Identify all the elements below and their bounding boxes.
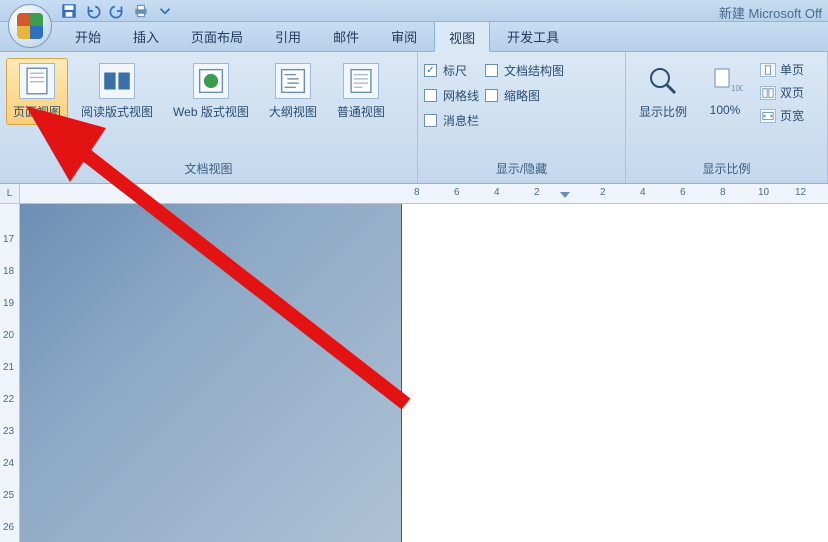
ruler-h-num: 2 [600,187,606,198]
outline-button[interactable]: 大纲视图 [262,58,324,125]
outline-label: 大纲视图 [269,103,317,120]
title-bar: 新建 Microsoft Off [0,0,828,22]
one-page-button[interactable]: 单页 [756,60,808,79]
ruler-h-num: 8 [720,187,726,198]
group-label-document-views: 文档视图 [0,156,417,183]
print-layout-label: 页面视图 [13,103,61,120]
ruler-checkbox-label: 标尺 [443,62,467,79]
tab-review[interactable]: 审阅 [376,20,432,51]
web-layout-button[interactable]: Web 版式视图 [166,58,256,125]
svg-text:100: 100 [731,84,743,93]
message-bar-checkbox-label: 消息栏 [443,112,479,129]
undo-icon[interactable] [84,2,102,20]
group-label-zoom: 显示比例 [626,156,827,183]
hundred-percent-button[interactable]: 100 100% [700,58,750,122]
qat-more-icon[interactable] [156,2,174,20]
save-icon[interactable] [60,2,78,20]
hundred-percent-icon: 100 [707,63,743,99]
page-width-button[interactable]: 页宽 [756,106,808,125]
draft-icon [343,63,379,99]
ruler-v-num: 23 [3,426,14,437]
zoom-icon [645,63,681,99]
draft-label: 普通视图 [337,103,385,120]
full-screen-reading-button[interactable]: 阅读版式视图 [74,58,160,125]
tab-page-layout[interactable]: 页面布局 [176,20,258,51]
ruler-v-num: 18 [3,266,14,277]
gridlines-checkbox-label: 网格线 [443,87,479,104]
tab-references[interactable]: 引用 [260,20,316,51]
ribbon-tab-strip: 开始 插入 页面布局 引用 邮件 审阅 视图 开发工具 [0,22,828,52]
hundred-percent-label: 100% [710,103,741,117]
ruler-v-num: 19 [3,298,14,309]
navigation-pane[interactable] [20,204,402,542]
full-screen-reading-icon [99,63,135,99]
tab-developer[interactable]: 开发工具 [492,20,574,51]
group-label-show-hide: 显示/隐藏 [418,156,625,183]
vertical-ruler[interactable]: 17 18 19 20 21 22 23 24 25 26 [0,204,20,542]
document-area [20,204,828,542]
print-layout-button[interactable]: 页面视图 [6,58,68,125]
gridlines-checkbox[interactable]: 网格线 [424,87,479,104]
office-button[interactable] [8,4,52,48]
ruler-v-num: 26 [3,522,14,533]
one-page-label: 单页 [780,61,804,78]
two-pages-label: 双页 [780,84,804,101]
page-width-icon [760,109,776,123]
two-pages-icon [760,86,776,100]
full-screen-reading-label: 阅读版式视图 [81,103,153,120]
quick-access-toolbar [60,2,174,20]
draft-button[interactable]: 普通视图 [330,58,392,125]
ruler-v-num: 24 [3,458,14,469]
ruler-h-num: 4 [494,187,500,198]
tab-insert[interactable]: 插入 [118,20,174,51]
tab-start[interactable]: 开始 [60,20,116,51]
ribbon: 页面视图 阅读版式视图 Web 版式视图 大纲视图 普通视图 [0,52,828,184]
thumbnails-checkbox-label: 缩略图 [504,87,540,104]
group-show-hide: ✓标尺 网格线 消息栏 文档结构图 缩略图 显示/隐藏 [418,52,626,183]
ruler-h-num: 4 [640,187,646,198]
redo-icon[interactable] [108,2,126,20]
ruler-v-num: 25 [3,490,14,501]
group-zoom: 显示比例 100 100% 单页 双页 页宽 显示比例 [626,52,828,183]
thumbnails-checkbox[interactable]: 缩略图 [485,87,564,104]
doc-map-checkbox-label: 文档结构图 [504,62,564,79]
message-bar-checkbox[interactable]: 消息栏 [424,112,479,129]
tab-view[interactable]: 视图 [434,21,490,52]
web-layout-icon [193,63,229,99]
ruler-v-num: 17 [3,234,14,245]
print-icon[interactable] [132,2,150,20]
window-title: 新建 Microsoft Off [719,3,822,22]
zoom-button[interactable]: 显示比例 [632,58,694,125]
page-width-label: 页宽 [780,107,804,124]
ruler-h-num: 6 [680,187,686,198]
outline-icon [275,63,311,99]
ruler-h-num: 10 [758,187,769,198]
horizontal-ruler[interactable]: 8 6 4 2 2 4 6 8 10 12 14 [20,184,828,204]
office-logo-icon [17,13,43,39]
doc-map-checkbox[interactable]: 文档结构图 [485,62,564,79]
document-page[interactable] [402,204,828,542]
ruler-h-num: 8 [414,187,420,198]
ruler-v-num: 20 [3,330,14,341]
ruler-h-num: 2 [534,187,540,198]
print-layout-icon [19,63,55,99]
group-document-views: 页面视图 阅读版式视图 Web 版式视图 大纲视图 普通视图 [0,52,418,183]
ruler-h-num: 12 [795,187,806,198]
indent-marker-icon[interactable] [560,192,570,198]
two-pages-button[interactable]: 双页 [756,83,808,102]
ruler-h-num: 6 [454,187,460,198]
zoom-label: 显示比例 [639,103,687,120]
web-layout-label: Web 版式视图 [173,103,249,120]
ruler-v-num: 22 [3,394,14,405]
ruler-checkbox[interactable]: ✓标尺 [424,62,479,79]
ruler-corner[interactable]: L [0,184,20,204]
ruler-v-num: 21 [3,362,14,373]
tab-mailings[interactable]: 邮件 [318,20,374,51]
one-page-icon [760,63,776,77]
